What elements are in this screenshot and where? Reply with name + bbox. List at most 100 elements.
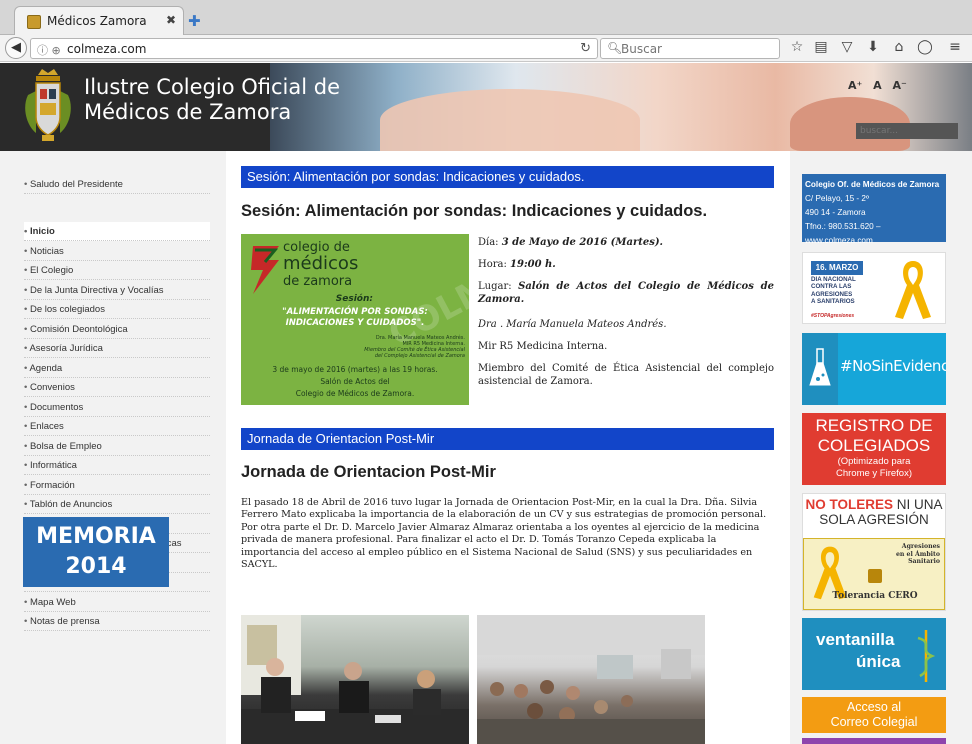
menu-item-bolsa-empleo[interactable]: Bolsa de Empleo xyxy=(24,437,210,456)
font-increase-button[interactable]: A⁺ xyxy=(848,79,862,92)
ventanilla-unica-banner[interactable]: ventanilla única xyxy=(802,618,946,690)
menu-item-mapa-web[interactable]: Mapa Web xyxy=(24,593,210,612)
close-tab-icon[interactable]: ✖ xyxy=(166,13,176,27)
search-icon: 🔍︎ xyxy=(607,41,623,55)
poster-footer2: Salón de Actos del xyxy=(320,377,390,386)
site-search-input[interactable] xyxy=(856,123,958,139)
menu-item-noticias[interactable]: Noticias xyxy=(24,242,210,261)
menu-item-formacion[interactable]: Formación xyxy=(24,476,210,495)
registro-line2: COLEGIADOS xyxy=(817,436,931,455)
marzo-line4: AGRESIONES xyxy=(811,290,853,298)
crest-icon xyxy=(868,569,882,583)
marzo-date-label: 16. MARZO xyxy=(811,261,863,275)
downloads-icon[interactable]: ⬇ xyxy=(864,39,882,55)
no-toleres-agresion-banner[interactable]: NO TOLERES NI UNA SOLA AGRESIÓN Agresion… xyxy=(802,493,946,611)
home-icon[interactable]: ⌂ xyxy=(890,39,908,55)
contact-city: 490 14 - Zamora xyxy=(805,208,866,217)
colegio-logo-icon xyxy=(251,246,279,294)
menu-item-el-colegio[interactable]: El Colegio xyxy=(24,261,210,280)
tab-title: Médicos Zamora xyxy=(47,14,147,28)
site-favicon-icon xyxy=(27,15,41,29)
bookmark-star-icon[interactable]: ☆ xyxy=(788,39,806,55)
menu-item-documentos[interactable]: Documentos xyxy=(24,398,210,417)
menu-item-junta-directiva[interactable]: De la Junta Directiva y Vocalías xyxy=(24,281,210,300)
event-photo-panel[interactable] xyxy=(241,615,469,744)
font-reset-button[interactable]: A xyxy=(873,79,882,92)
agresiones-line2: en el Ámbito xyxy=(895,550,940,558)
poster-footer1: 3 de mayo de 2016 (martes) a las 19 hora… xyxy=(272,365,438,374)
caduceus-icon xyxy=(917,630,936,682)
next-banner-edge[interactable] xyxy=(802,738,946,744)
url-bar[interactable]: ⓘ ⊕ colmeza.com ↻ xyxy=(30,38,598,59)
event-date-value: 3 de Mayo de 2016 (Martes). xyxy=(501,237,664,248)
menu-hamburger-icon[interactable]: ≡ xyxy=(946,39,964,55)
poster-sesion-label: Sesión: xyxy=(335,294,373,304)
menu-item-saludo[interactable]: Saludo del Presidente xyxy=(24,175,210,194)
menu-item-asesoria-juridica[interactable]: Asesoría Jurídica xyxy=(24,339,210,358)
menu-item-enlaces[interactable]: Enlaces xyxy=(24,417,210,436)
tolerancia-cero-box: Agresiones en el Ámbito Sanitario Tolera… xyxy=(803,538,945,610)
article-header-bar[interactable]: Jornada de Orientacion Post-Mir xyxy=(241,428,774,450)
tolerancia-cero-label: Tolerancia CERO xyxy=(832,591,918,601)
poster-title-line1: "ALIMENTACIÓN POR SONDAS: xyxy=(282,307,428,317)
browser-tab[interactable]: Médicos Zamora ✖ xyxy=(14,6,184,36)
url-text[interactable]: colmeza.com xyxy=(67,42,146,56)
event-photo-panel[interactable] xyxy=(477,615,705,744)
memoria-label: MEMORIA xyxy=(36,524,156,549)
font-decrease-button[interactable]: A⁻ xyxy=(893,79,907,92)
menu-item-informatica[interactable]: Informática xyxy=(24,456,210,475)
flask-icon xyxy=(809,348,831,386)
article-title[interactable]: Jornada de Orientacion Post-Mir xyxy=(241,463,496,482)
registro-colegiados-banner[interactable]: REGISTRO DE COLEGIADOS (Optimizado para … xyxy=(802,413,946,485)
coat-of-arms-logo[interactable] xyxy=(22,67,74,147)
notoleres-line2: SOLA AGRESIÓN xyxy=(819,512,929,527)
correo-colegial-banner[interactable]: Acceso al Correo Colegial xyxy=(802,697,946,733)
menu-item-convenios[interactable]: Convenios xyxy=(24,378,210,397)
event-speaker-role: Mir R5 Medicina Interna. xyxy=(478,341,608,352)
article-title[interactable]: Sesión: Alimentación por sondas: Indicac… xyxy=(241,202,707,221)
site-title-line1: Ilustre Colegio Oficial de xyxy=(84,75,340,99)
menu-item-notas-prensa[interactable]: Notas de prensa xyxy=(24,612,210,631)
page-root: Médicos Zamora ✖ ✚ ◀ ⓘ ⊕ colmeza.com ↻ 🔍… xyxy=(0,0,972,744)
menu-item-comision-deontologica[interactable]: Comisión Deontológica xyxy=(24,320,210,339)
agresiones-line1: Agresiones xyxy=(901,543,940,550)
site-title-line2: Médicos de Zamora xyxy=(84,100,292,124)
nosinevidencia-banner[interactable]: #NoSinEvidencia xyxy=(802,333,946,405)
memoria-year: 2014 xyxy=(65,554,127,579)
site-title[interactable]: Ilustre Colegio Oficial de Médicos de Za… xyxy=(84,75,340,125)
event-place-value: Salón de Actos del Colegio de Médicos de… xyxy=(478,281,774,305)
article-body: El pasado 18 de Abril de 2016 tuvo lugar… xyxy=(241,497,767,571)
marzo-text: DIA NACIONAL CONTRA LAS AGRESIONES A SAN… xyxy=(811,276,856,306)
event-time-label: Hora: xyxy=(478,259,511,270)
chat-icon[interactable]: ◯ xyxy=(916,39,934,55)
reload-icon[interactable]: ↻ xyxy=(580,41,591,56)
registro-line1: REGISTRO DE xyxy=(815,416,933,435)
browser-search-input[interactable] xyxy=(621,40,776,57)
contact-info-box: Colegio Of. de Médicos de Zamora C/ Pela… xyxy=(802,174,946,245)
poster-footer3: Colegio de Médicos de Zamora. xyxy=(295,389,415,398)
menu-item-colegiados[interactable]: De los colegiados xyxy=(24,300,210,319)
correo-line2: Correo Colegial xyxy=(830,715,918,729)
marzo-line5: A SANITARIOS xyxy=(811,298,855,306)
menu-item-agenda[interactable]: Agenda xyxy=(24,359,210,378)
site-identity-icon[interactable]: ⓘ ⊕ xyxy=(37,42,61,58)
browser-search-box[interactable]: 🔍︎ xyxy=(600,38,780,59)
poster-line2: médicos xyxy=(283,253,359,274)
back-arrow-icon[interactable]: ◀ xyxy=(5,37,27,59)
new-tab-icon[interactable]: ✚ xyxy=(188,12,201,30)
pocket-icon[interactable]: ▽ xyxy=(838,39,856,55)
event-photo-speakers xyxy=(241,615,469,744)
menu-item-inicio[interactable]: Inicio xyxy=(24,222,210,241)
reading-list-icon[interactable]: ▤ xyxy=(812,39,830,55)
article-header-bar[interactable]: Sesión: Alimentación por sondas: Indicac… xyxy=(241,166,774,188)
memoria-2014-banner[interactable]: MEMORIA 2014 xyxy=(23,517,169,587)
menu-item-tablon-anuncios[interactable]: Tablón de Anuncios xyxy=(24,495,210,514)
browser-navbar: ◀ ⓘ ⊕ colmeza.com ↻ 🔍︎ ☆ ▤ ▽ ⬇ ⌂ ◯ ≡ xyxy=(0,35,972,62)
event-place: Lugar: Salón de Actos del Colegio de Méd… xyxy=(478,280,774,306)
contact-org-name: Colegio Of. de Médicos de Zamora xyxy=(805,180,940,189)
poster-line3: de zamora xyxy=(283,274,353,289)
dia-nacional-agresiones-banner[interactable]: 16. MARZO DIA NACIONAL CONTRA LAS AGRESI… xyxy=(802,252,946,324)
session-poster-image[interactable]: COLMEZA colegio de médicos de zamora Ses… xyxy=(241,234,469,405)
agresiones-ambito-text: Agresiones en el Ámbito Sanitario xyxy=(896,543,940,566)
marzo-line3: CONTRA LAS xyxy=(811,283,852,291)
